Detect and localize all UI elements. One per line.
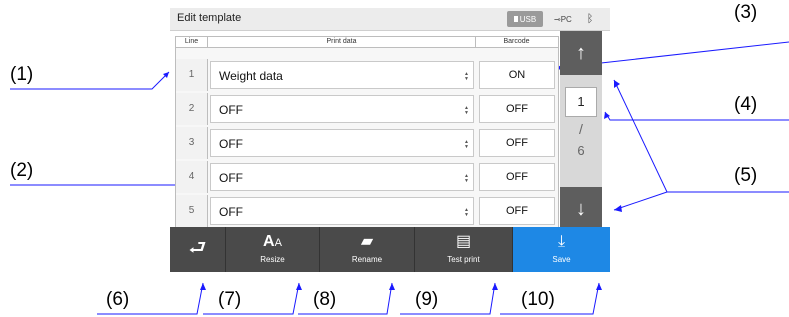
barcode-toggle[interactable]: ON — [479, 61, 555, 89]
select-arrows-icon: ▲ ▼ — [464, 139, 469, 150]
print-data-select[interactable]: OFF ▲ ▼ — [210, 129, 474, 157]
print-data-value: OFF — [219, 205, 243, 219]
return-arrow-icon: ⮐ — [188, 237, 207, 259]
line-number: 2 — [176, 93, 208, 125]
print-data-select[interactable]: OFF ▲ ▼ — [210, 95, 474, 123]
column-header-print-data: Print data — [208, 37, 476, 47]
resize-button[interactable]: AA Resize — [226, 227, 320, 272]
test-print-label: Test print — [447, 255, 480, 264]
usb-status: USB — [507, 11, 543, 27]
line-number: 5 — [176, 195, 208, 227]
callout-8: (8) — [313, 289, 337, 310]
save-label: Save — [552, 255, 571, 264]
print-data-value: OFF — [219, 103, 243, 117]
callout-3: (3) — [734, 2, 758, 23]
callout-4: (4) — [734, 94, 758, 115]
barcode-toggle[interactable]: OFF — [479, 197, 555, 225]
pc-label: PC — [560, 14, 572, 24]
arrow-down-icon: ↓ — [576, 197, 586, 220]
plug-icon: ⊸ — [554, 14, 561, 24]
select-arrows-icon: ▲ ▼ — [464, 105, 469, 116]
table-row: 5 OFF ▲ ▼ OFF — [176, 195, 558, 227]
test-print-button[interactable]: ▤ Test print — [415, 227, 513, 272]
table-header: Line Print data Barcode — [176, 37, 558, 48]
resize-label: Resize — [260, 255, 285, 264]
page-separator: / — [579, 121, 583, 137]
scroll-down-button[interactable]: ↓ — [560, 187, 602, 231]
callout-1: (1) — [10, 64, 34, 85]
line-number: 4 — [176, 161, 208, 193]
usb-label: USB — [519, 14, 537, 24]
table-row: 2 OFF ▲ ▼ OFF — [176, 93, 558, 125]
page-total: 6 — [577, 143, 585, 158]
select-arrows-icon: ▲ ▼ — [464, 71, 469, 82]
column-header-barcode: Barcode — [503, 38, 530, 45]
line-number: 1 — [176, 59, 208, 91]
bluetooth-icon: ᛒ — [586, 13, 594, 25]
font-size-icon: AA — [263, 233, 282, 250]
callout-6: (6) — [106, 289, 130, 310]
print-data-select[interactable]: OFF ▲ ▼ — [210, 197, 474, 225]
download-icon: ⤓ — [557, 233, 566, 250]
edit-template-screen: Edit template USB ⊸ PC ᛒ Line Print data … — [170, 8, 610, 272]
callout-10: (10) — [521, 289, 555, 310]
select-arrows-icon: ▲ ▼ — [464, 173, 469, 184]
arrow-up-icon: ↑ — [576, 41, 586, 64]
back-button[interactable]: ⮐ — [170, 227, 226, 272]
select-arrows-icon: ▲ ▼ — [464, 207, 469, 218]
rename-label: Rename — [351, 255, 383, 264]
print-data-select[interactable]: OFF ▲ ▼ — [210, 163, 474, 191]
template-table: Line Print data Barcode 1 Weight data ▲ ▼… — [175, 36, 559, 232]
callout-9: (9) — [415, 289, 439, 310]
line-number: 3 — [176, 127, 208, 159]
barcode-toggle[interactable]: OFF — [479, 163, 555, 191]
callout-7: (7) — [218, 289, 242, 310]
print-data-select[interactable]: Weight data ▲ ▼ — [210, 61, 474, 89]
scroll-up-button[interactable]: ↑ — [560, 31, 602, 75]
document-icon: ▤ — [455, 233, 472, 250]
save-button[interactable]: ⤓ Save — [513, 227, 610, 272]
table-row: 4 OFF ▲ ▼ OFF — [176, 161, 558, 193]
callout-2: (2) — [10, 160, 34, 181]
print-data-value: Weight data — [219, 69, 283, 83]
table-row: 1 Weight data ▲ ▼ ON — [176, 59, 558, 91]
barcode-toggle[interactable]: OFF — [479, 129, 555, 157]
print-data-value: OFF — [219, 171, 243, 185]
page-title: Edit template — [177, 12, 242, 24]
barcode-toggle[interactable]: OFF — [479, 95, 555, 123]
column-header-line: Line — [176, 37, 208, 47]
title-bar: Edit template USB ⊸ PC ᛒ — [170, 8, 610, 31]
table-row: 3 OFF ▲ ▼ OFF — [176, 127, 558, 159]
rename-button[interactable]: ▰ Rename — [320, 227, 415, 272]
folder-edit-icon: ▰ — [360, 233, 374, 250]
page-number-input[interactable]: 1 — [565, 87, 597, 117]
callout-5: (5) — [734, 165, 758, 186]
page-scroller: ↑ 1 / 6 ↓ — [560, 31, 602, 231]
usb-icon — [513, 16, 518, 22]
print-data-value: OFF — [219, 137, 243, 151]
pc-status: ⊸ PC — [554, 11, 580, 27]
